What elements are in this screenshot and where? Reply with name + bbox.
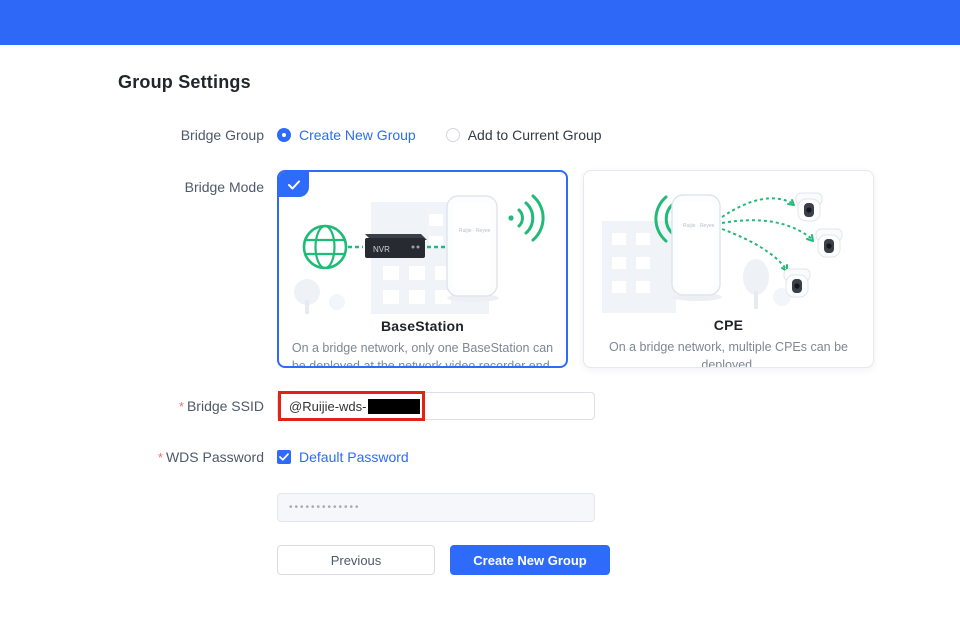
svg-text:Ruijie · Reyee: Ruijie · Reyee [683, 223, 715, 229]
bridge-group-row: Bridge Group Create New Group Add to Cur… [0, 127, 960, 143]
cpe-card-description: On a bridge network, multiple CPEs can b… [584, 338, 873, 368]
radio-create-new-group-label[interactable]: Create New Group [299, 127, 416, 143]
redaction-block [368, 399, 420, 414]
check-icon [288, 180, 300, 190]
password-field-row: ••••••••••••• [0, 493, 960, 522]
basestation-illustration: NVR Ruijie · Reyee [279, 174, 566, 314]
create-new-group-button[interactable]: Create New Group [450, 545, 610, 575]
radio-selected-icon[interactable] [277, 128, 291, 142]
basestation-card-title: BaseStation [279, 318, 566, 334]
cpe-illustration: Ruijie · Reyee [584, 173, 873, 313]
nvr-device: NVR [365, 234, 427, 258]
bridge-ssid-value: @Ruijie-wds- [289, 399, 367, 414]
cpe-device: Ruijie · Reyee [672, 195, 722, 301]
action-buttons-row: Previous Create New Group [0, 545, 960, 575]
top-header-bar [0, 0, 960, 45]
bridge-group-label-text: Bridge Group [181, 127, 264, 143]
default-password-checkbox-label[interactable]: Default Password [299, 449, 409, 465]
radio-create-new-group[interactable]: Create New Group [277, 127, 416, 143]
card-cpe[interactable]: Ruijie · Reyee [583, 170, 874, 368]
radio-unselected-icon[interactable] [446, 128, 460, 142]
camera-icon [784, 269, 810, 297]
svg-text:NVR: NVR [373, 245, 390, 254]
selected-check-badge [279, 172, 309, 197]
wds-password-label-text: WDS Password [166, 449, 264, 465]
radio-add-to-current-group-label[interactable]: Add to Current Group [468, 127, 602, 143]
card-basestation[interactable]: NVR Ruijie · Reyee [277, 170, 568, 368]
globe-icon [304, 226, 346, 268]
wds-password-input[interactable]: ••••••••••••• [277, 493, 595, 522]
camera-icon [816, 229, 842, 257]
bridge-ssid-label-text: Bridge SSID [187, 398, 264, 414]
bridge-group-label: Bridge Group [0, 127, 264, 143]
bridge-mode-label: Bridge Mode [0, 170, 264, 195]
svg-text:Ruijie · Reyee: Ruijie · Reyee [459, 228, 491, 234]
wifi-waves-icon [508, 196, 543, 240]
previous-button[interactable]: Previous [277, 545, 435, 575]
bridge-mode-row: Bridge Mode [0, 170, 960, 368]
basestation-card-description: On a bridge network, only one BaseStatio… [279, 339, 566, 368]
required-asterisk: * [158, 450, 163, 465]
camera-icon [796, 193, 822, 221]
bridge-ssid-row: *Bridge SSID @Ruijie-wds- [0, 392, 960, 420]
wds-password-label: *WDS Password [0, 449, 264, 465]
page-title: Group Settings [118, 72, 960, 93]
cpe-card-title: CPE [584, 317, 873, 333]
wds-password-row: *WDS Password Default Password [0, 449, 960, 465]
radio-add-to-current-group[interactable]: Add to Current Group [446, 127, 602, 143]
check-icon [279, 453, 289, 461]
bridge-ssid-input[interactable]: @Ruijie-wds- [277, 392, 595, 420]
default-password-checkbox[interactable] [277, 450, 291, 464]
basestation-device: Ruijie · Reyee [447, 196, 499, 302]
bridge-ssid-label: *Bridge SSID [0, 398, 264, 414]
required-asterisk: * [179, 399, 184, 414]
bridge-mode-label-text: Bridge Mode [185, 179, 264, 195]
masked-password-value: ••••••••••••• [289, 502, 361, 513]
